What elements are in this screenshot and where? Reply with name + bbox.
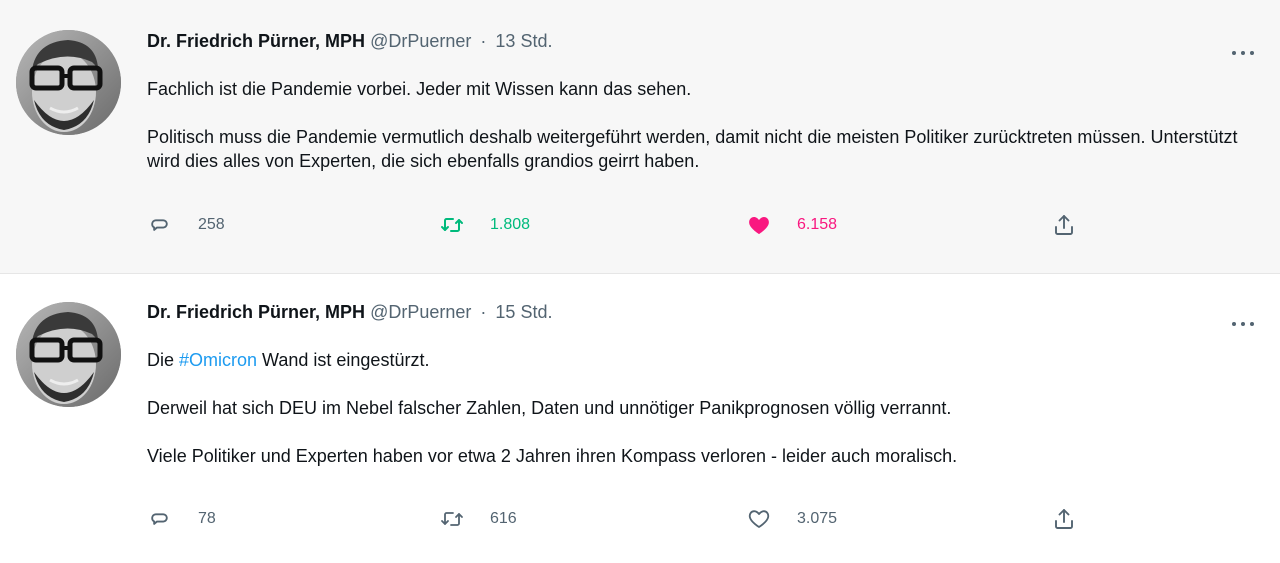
more-options-button[interactable] <box>1232 319 1254 329</box>
reply-count: 258 <box>198 216 225 233</box>
more-icon-dot <box>1232 322 1236 326</box>
avatar-image <box>16 30 121 135</box>
tweet-timestamp[interactable]: 13 Std. <box>495 31 552 51</box>
reply-icon <box>151 219 168 231</box>
tweet[interactable]: Dr. Friedrich Pürner, MPH @DrPuerner · 1… <box>0 274 1280 563</box>
avatar[interactable] <box>16 302 121 407</box>
tweet-paragraph: Fachlich ist die Pandemie vorbei. Jeder … <box>147 79 692 99</box>
share-button[interactable] <box>1052 210 1076 240</box>
tweet-paragraph: Derweil hat sich DEU im Nebel falscher Z… <box>147 398 952 418</box>
share-icon <box>1055 215 1073 235</box>
retweet-button[interactable]: 1.808 <box>440 210 530 240</box>
tweet-paragraph: Politisch muss die Pandemie vermutlich d… <box>147 127 1238 171</box>
tweet-text: Die #Omicron Wand ist eingestürzt. Derwe… <box>147 348 1247 492</box>
more-icon-dot <box>1241 322 1245 326</box>
more-icon-dot <box>1250 322 1254 326</box>
avatar[interactable] <box>16 30 121 135</box>
hashtag-link[interactable]: #Omicron <box>179 350 257 370</box>
tweet-timestamp[interactable]: 15 Std. <box>495 302 552 322</box>
reply-count: 78 <box>198 510 216 527</box>
share-icon <box>1055 509 1073 529</box>
more-icon-dot <box>1241 51 1245 55</box>
like-count: 3.075 <box>797 510 838 527</box>
tweet-header: Dr. Friedrich Pürner, MPH @DrPuerner · 1… <box>147 31 552 52</box>
text-segment: Wand ist eingestürzt. <box>257 350 430 370</box>
tweet-actions: 78 616 3.075 <box>0 504 1280 534</box>
tweet-header: Dr. Friedrich Pürner, MPH @DrPuerner · 1… <box>147 302 552 323</box>
text-segment: Die <box>147 350 180 370</box>
retweet-icon <box>441 218 463 232</box>
author-name[interactable]: Dr. Friedrich Pürner, MPH <box>147 302 365 322</box>
like-button[interactable]: 3.075 <box>747 504 837 534</box>
author-name[interactable]: Dr. Friedrich Pürner, MPH <box>147 31 365 51</box>
author-handle[interactable]: @DrPuerner <box>370 31 471 51</box>
reply-button[interactable]: 258 <box>147 210 225 240</box>
retweet-count: 616 <box>490 510 517 527</box>
avatar-image <box>16 302 121 407</box>
like-count: 6.158 <box>797 216 838 233</box>
more-icon-dot <box>1250 51 1254 55</box>
author-handle[interactable]: @DrPuerner <box>370 302 471 322</box>
more-options-button[interactable] <box>1232 48 1254 58</box>
more-icon-dot <box>1232 51 1236 55</box>
separator-dot: · <box>480 31 487 51</box>
tweet-paragraph: Die #Omicron Wand ist eingestürzt. <box>147 348 1247 372</box>
share-button[interactable] <box>1052 504 1076 534</box>
tweet-actions: 258 1.808 6.158 <box>0 210 1280 240</box>
heart-icon <box>748 510 770 528</box>
separator-dot: · <box>480 302 487 322</box>
retweet-count: 1.808 <box>490 216 531 233</box>
heart-icon <box>749 217 769 234</box>
tweet-text: Fachlich ist die Pandemie vorbei. Jeder … <box>147 77 1247 197</box>
retweet-button[interactable]: 616 <box>440 504 517 534</box>
like-button[interactable]: 6.158 <box>747 210 837 240</box>
reply-button[interactable]: 78 <box>147 504 216 534</box>
tweet[interactable]: Dr. Friedrich Pürner, MPH @DrPuerner · 1… <box>0 0 1280 274</box>
reply-icon <box>151 513 168 525</box>
tweet-paragraph: Viele Politiker und Experten haben vor e… <box>147 446 958 466</box>
retweet-icon <box>441 512 463 526</box>
